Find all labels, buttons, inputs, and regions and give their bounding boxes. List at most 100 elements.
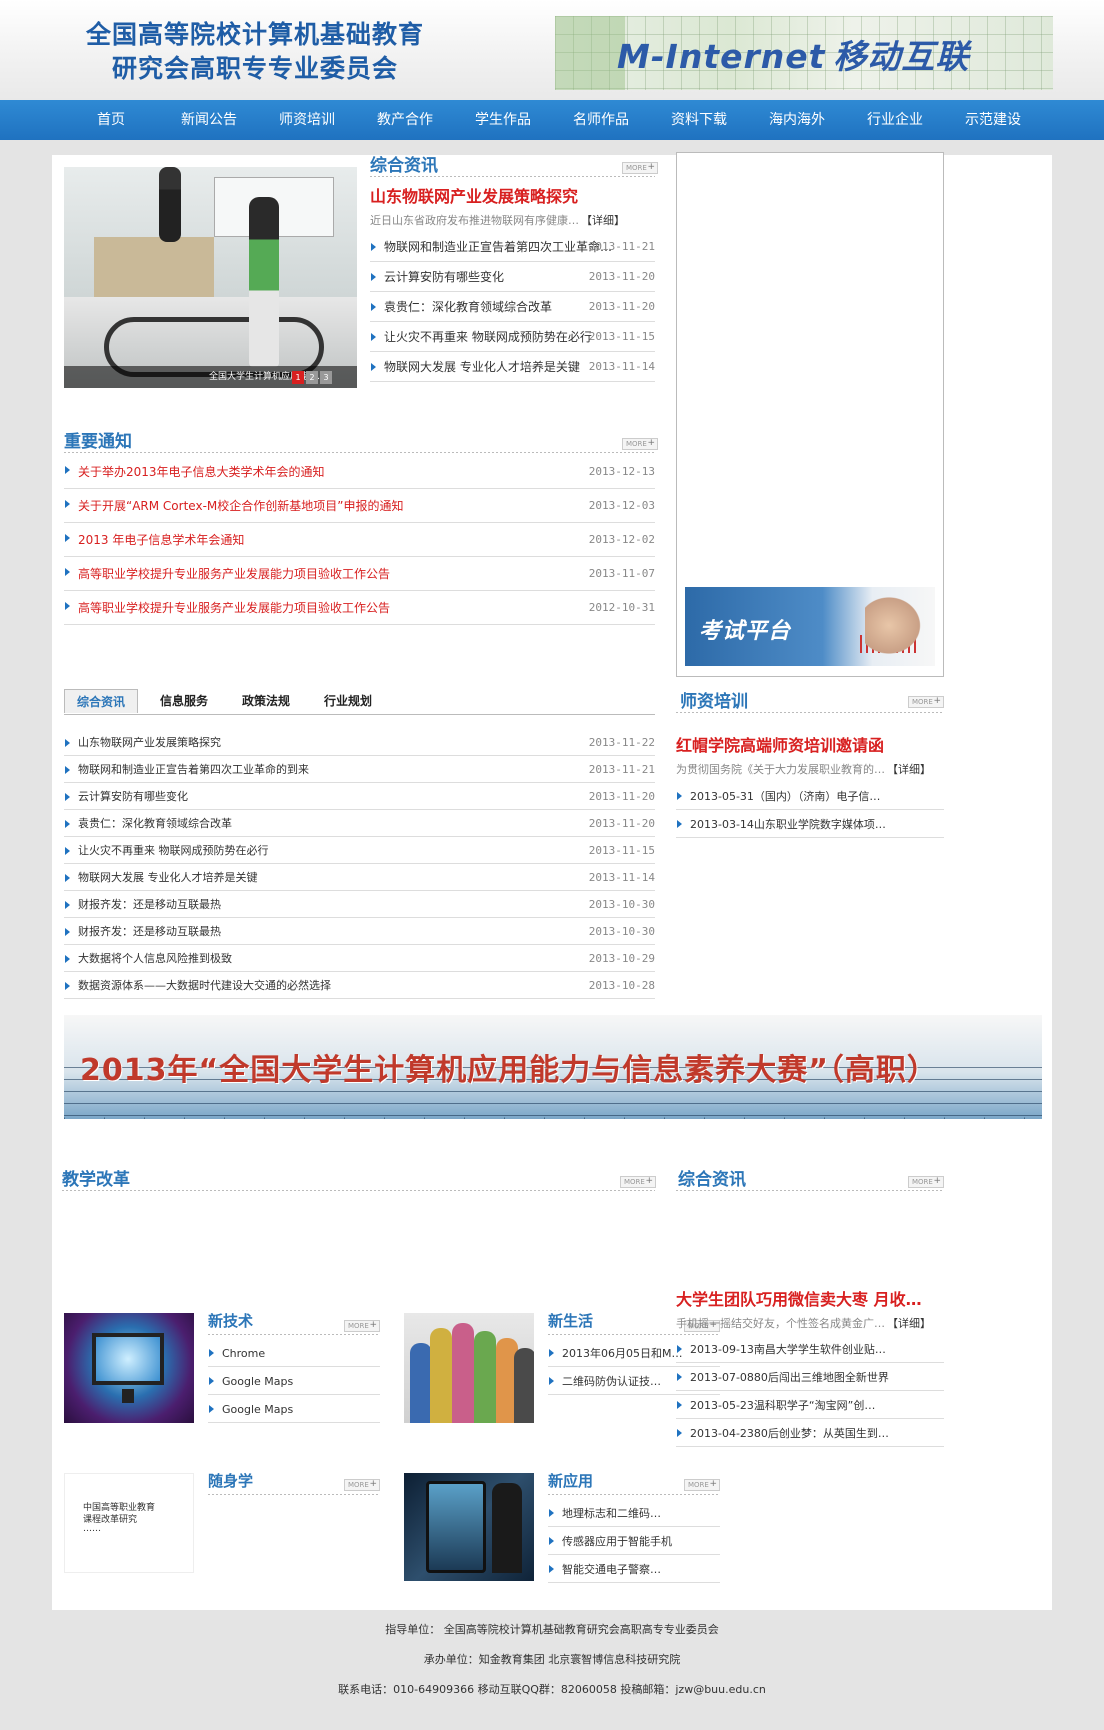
site-title[interactable]: 全国高等院校计算机基础教育 研究会高职专专业委员会 [70,18,440,86]
nav-item-overseas[interactable]: 海内海外 [748,100,846,140]
list-item-title[interactable]: 2013-05-31（国内）（济南）电子信… [690,790,880,803]
list-item[interactable]: Google Maps [208,1395,380,1423]
list-item[interactable]: 物联网和制造业正宣告着第四次工业革命的到来 2013-11-21 [64,756,655,783]
list-item-title[interactable]: 山东物联网产业发展策略探究 [78,736,221,749]
news-headline[interactable]: 山东物联网产业发展策略探究 [370,183,578,207]
list-item-title[interactable]: 2013-09-13南昌大学学生软件创业贴… [690,1343,886,1356]
list-item[interactable]: 财报齐发：还是移动互联最热 2013-10-30 [64,918,655,945]
list-item[interactable]: 2013-05-31（国内）（济南）电子信… [676,782,944,810]
nav-item-downloads[interactable]: 资料下载 [650,100,748,140]
list-item[interactable]: 传感器应用于智能手机 [548,1527,720,1555]
list-item-title[interactable]: 2013-03-14山东职业学院数字媒体项… [690,818,886,831]
list-item[interactable]: 财报齐发：还是移动互联最热 2013-10-30 [64,891,655,918]
list-item-title[interactable]: 2013 年电子信息学术年会通知 [78,533,244,547]
slideshow[interactable]: 全国大学生计算机应用能力... 1 2 3 [64,167,357,388]
reform-more-button[interactable]: MORE [620,1176,656,1188]
list-item[interactable]: 地理标志和二维码… [548,1499,720,1527]
list-item-title[interactable]: 智能交通电子警察… [562,1563,661,1576]
slideshow-page-3[interactable]: 3 [320,371,332,384]
list-item[interactable]: 山东物联网产业发展策略探究 2013-11-22 [64,729,655,756]
list-item-title[interactable]: Google Maps [222,1375,293,1388]
list-item-title[interactable]: 云计算安防有哪些变化 [78,790,188,803]
list-item[interactable]: 云计算安防有哪些变化 2013-11-20 [64,783,655,810]
news2-section-title[interactable]: 综合资讯 [678,1165,746,1190]
list-item-title[interactable]: 物联网大发展 专业化人才培养是关键 [78,871,258,884]
list-item-title[interactable]: 2013年06月05日和M… [562,1347,682,1360]
list-item[interactable]: 袁贵仁：深化教育领域综合改革 2013-11-20 [64,810,655,837]
news-detail-link[interactable]: 【详细】 [581,214,625,227]
news2-detail-link[interactable]: 【详细】 [887,1317,931,1330]
notices-section-title[interactable]: 重要通知 [64,427,132,452]
list-item-title[interactable]: Google Maps [222,1403,293,1416]
list-item[interactable]: Chrome [208,1339,380,1367]
list-item-title[interactable]: 财报齐发：还是移动互联最热 [78,898,221,911]
list-item-title[interactable]: 大数据将个人信息风险推到极致 [78,952,232,965]
nav-item-news[interactable]: 新闻公告 [160,100,258,140]
list-item-title[interactable]: 数据资源体系——大数据时代建设大交通的必然选择 [78,979,331,992]
list-item[interactable]: 高等职业学校提升专业服务产业发展能力项目验收工作公告 2013-11-07 [64,557,655,591]
list-item-title[interactable]: 2013-05-23温科职学子“淘宝网”创… [690,1399,875,1412]
tab-general-news[interactable]: 综合资讯 [64,689,139,713]
list-item[interactable]: 袁贵仁：深化教育领域综合改革 2013-11-20 [370,292,655,322]
list-item-title[interactable]: 高等职业学校提升专业服务产业发展能力项目验收工作公告 [78,601,390,615]
list-item[interactable]: 高等职业学校提升专业服务产业发展能力项目验收工作公告 2012-10-31 [64,591,655,625]
tab-industry-plan[interactable]: 行业规划 [312,689,384,713]
list-item-title[interactable]: 让火灾不再重来 物联网成预防势在必行 [384,330,592,344]
list-item[interactable]: 物联网大发展 专业化人才培养是关键 2013-11-14 [370,352,655,382]
nav-item-teacher-works[interactable]: 名师作品 [552,100,650,140]
app-thumbnail[interactable] [404,1473,534,1581]
list-item[interactable]: 物联网大发展 专业化人才培养是关键 2013-11-14 [64,864,655,891]
study-thumbnail[interactable]: 中国高等职业教育 课程改革研究 …… [64,1473,194,1573]
list-item[interactable]: 数据资源体系——大数据时代建设大交通的必然选择 2013-10-28 [64,972,655,999]
list-item-title[interactable]: 袁贵仁：深化教育领域综合改革 [384,300,552,314]
slideshow-page-1[interactable]: 1 [292,371,304,384]
list-item-title[interactable]: 物联网大发展 专业化人才培养是关键 [384,360,580,374]
list-item-title[interactable]: Chrome [222,1347,265,1360]
study-more-button[interactable]: MORE [344,1479,380,1491]
list-item[interactable]: 2013-05-23温科职学子“淘宝网”创… [676,1391,944,1419]
list-item[interactable]: 2013-04-2380后创业梦：从英国生到… [676,1419,944,1447]
list-item-title[interactable]: 袁贵仁：深化教育领域综合改革 [78,817,232,830]
tab-policy[interactable]: 政策法规 [230,689,302,713]
list-item-title[interactable]: 2013-04-2380后创业梦：从英国生到… [690,1427,889,1440]
nav-item-training[interactable]: 师资培训 [258,100,356,140]
nav-item-industry[interactable]: 行业企业 [846,100,944,140]
list-item[interactable]: 2013-09-13南昌大学学生软件创业贴… [676,1335,944,1363]
list-item-title[interactable]: 物联网和制造业正宣告着第四次工业革命的到来 [78,763,309,776]
life-title[interactable]: 新生活 [548,1310,593,1331]
news2-headline[interactable]: 大学生团队巧用微信卖大枣 月收… [676,1286,922,1310]
list-item[interactable]: 2013 年电子信息学术年会通知 2013-12-02 [64,523,655,557]
list-item[interactable]: 关于举办2013年电子信息大类学术年会的通知 2013-12-13 [64,455,655,489]
news-more-button[interactable]: MORE [622,162,658,174]
list-item-title[interactable]: 二维码防伪认证技… [562,1375,661,1388]
list-item[interactable]: 物联网和制造业正宣告着第四次工业革命… 2013-11-21 [370,232,655,262]
list-item-title[interactable]: 让火灾不再重来 物联网成预防势在必行 [78,844,269,857]
nav-item-home[interactable]: 首页 [62,100,160,140]
news-section-title[interactable]: 综合资讯 [370,151,438,176]
list-item[interactable]: 智能交通电子警察… [548,1555,720,1583]
tech-thumbnail[interactable] [64,1313,194,1423]
news2-more-button[interactable]: MORE [908,1176,944,1188]
list-item[interactable]: 让火灾不再重来 物联网成预防势在必行 2013-11-15 [64,837,655,864]
list-item-title[interactable]: 高等职业学校提升专业服务产业发展能力项目验收工作公告 [78,567,390,581]
list-item[interactable]: 让火灾不再重来 物联网成预防势在必行 2013-11-15 [370,322,655,352]
slideshow-page-2[interactable]: 2 [306,371,318,384]
exam-platform-banner[interactable]: 考试平台 [685,587,935,666]
list-item[interactable]: 关于开展“ARM Cortex-M校企合作创新基地项目”申报的通知 2013-12… [64,489,655,523]
nav-item-student-works[interactable]: 学生作品 [454,100,552,140]
list-item-title[interactable]: 物联网和制造业正宣告着第四次工业革命… [384,240,612,254]
reform-section-title[interactable]: 教学改革 [62,1165,130,1190]
training-section-title[interactable]: 师资培训 [680,687,748,712]
nav-item-demonstration[interactable]: 示范建设 [944,100,1042,140]
list-item[interactable]: Google Maps [208,1367,380,1395]
training-more-button[interactable]: MORE [908,696,944,708]
list-item[interactable]: 大数据将个人信息风险推到极致 2013-10-29 [64,945,655,972]
tech-title[interactable]: 新技术 [208,1310,253,1331]
list-item[interactable]: 2013-03-14山东职业学院数字媒体项… [676,810,944,838]
training-headline[interactable]: 红帽学院高端师资培训邀请函 [676,732,884,756]
nav-item-cooperation[interactable]: 教产合作 [356,100,454,140]
app-title[interactable]: 新应用 [548,1470,593,1491]
contest-banner[interactable]: 2013年“全国大学生计算机应用能力与信息素养大赛”（高职） [64,1015,1042,1119]
list-item-title[interactable]: 2013-07-0880后闯出三维地图全新世界 [690,1371,889,1384]
list-item-title[interactable]: 传感器应用于智能手机 [562,1535,672,1548]
